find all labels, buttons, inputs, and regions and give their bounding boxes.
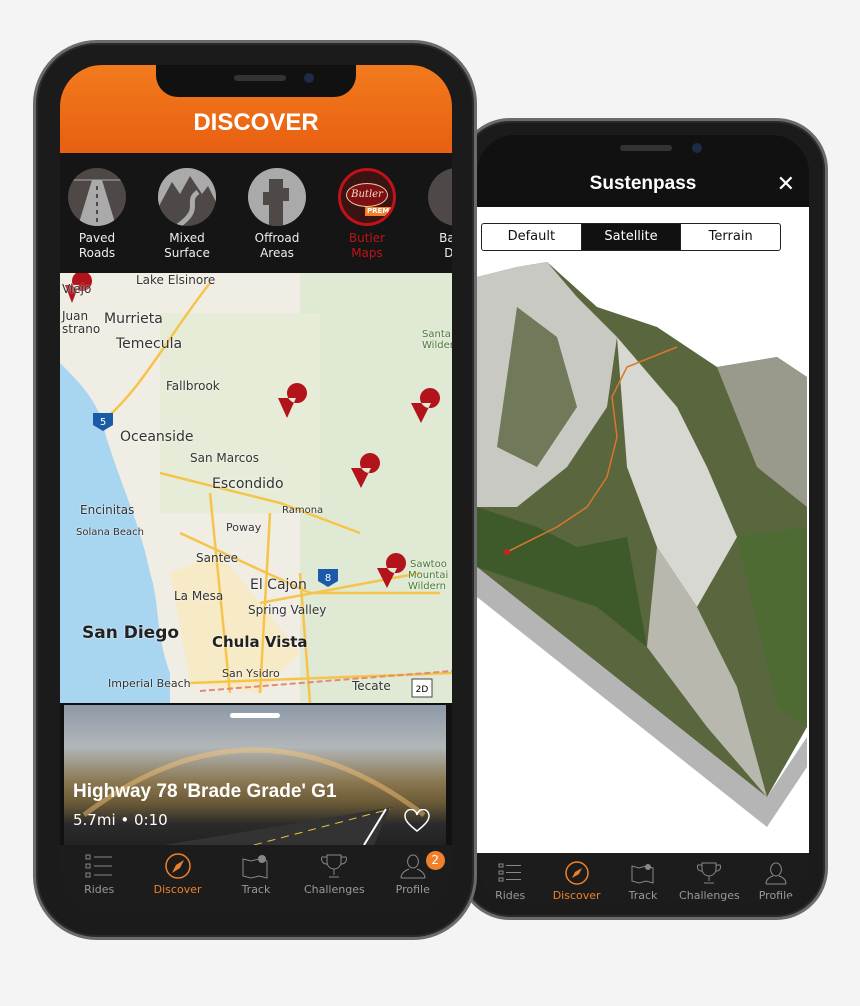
map-label: Chula Vista <box>212 633 308 651</box>
ride-card[interactable]: Highway 78 'Brade Grade' G1 5.7mi • 0:10 <box>64 705 446 845</box>
backcountry-icon <box>428 168 452 226</box>
tab-profile[interactable]: Profile 2 <box>377 845 449 915</box>
map-label: Wildern <box>408 581 446 592</box>
map-label: Ramona <box>282 505 324 516</box>
map-label: Imperial Beach <box>108 677 191 690</box>
tab-bar: Rides Discover Track Challenges Profile <box>477 853 809 903</box>
map-pin-icon <box>631 864 654 884</box>
compass-icon <box>564 861 589 885</box>
cactus-icon <box>248 168 306 226</box>
map-label: Mountai <box>408 570 449 581</box>
notch <box>548 135 738 169</box>
map-label: Santee <box>196 551 239 565</box>
category-mixed-surface[interactable]: Mixed Surface <box>158 168 216 273</box>
shield-8: 8 <box>325 573 331 584</box>
butler-logo: ButlerPREMIUM <box>338 168 396 226</box>
tab-rides[interactable]: Rides <box>63 845 135 915</box>
page-title: Sustenpass <box>589 173 697 194</box>
category-carousel[interactable]: Paved Roads Mixed Surface Offroad Areas But… <box>60 153 452 273</box>
category-butler-maps[interactable]: ButlerPREMIUMButlerMaps <box>338 168 396 273</box>
category-offroad-areas[interactable]: Offroad Areas <box>248 168 306 273</box>
tab-track[interactable]: Track <box>220 845 292 915</box>
list-icon <box>85 854 113 878</box>
close-icon[interactable]: ✕ <box>777 174 795 196</box>
notch <box>156 65 356 97</box>
tab-challenges[interactable]: Challenges <box>676 853 742 903</box>
paved-road-icon <box>68 168 126 226</box>
left-screen: DISCOVER Paved Roads Mixed Surface Offroad… <box>60 65 452 915</box>
shield-5: 5 <box>100 417 106 428</box>
map-label: San Marcos <box>190 451 259 465</box>
shield-2d: 2D <box>416 685 429 695</box>
ride-title: Highway 78 'Brade Grade' G1 <box>73 781 337 802</box>
terrain-view[interactable]: Default Satellite Terrain <box>477 207 809 853</box>
tab-bar: Rides Discover Track Challenges Profile 2 <box>60 845 452 915</box>
page-title: DISCOVER <box>193 109 319 136</box>
map-label: Poway <box>226 521 262 534</box>
map-label: San Ysidro <box>222 667 280 680</box>
map-pin-icon <box>242 855 268 879</box>
left-phone: DISCOVER Paved Roads Mixed Surface Offroad… <box>33 40 477 940</box>
mountain-road-icon <box>158 168 216 226</box>
map-label: Juan <box>62 309 89 323</box>
map-label: Solana Beach <box>76 527 144 538</box>
list-icon <box>498 863 522 882</box>
user-icon <box>765 862 787 885</box>
trophy-icon <box>321 854 348 878</box>
tab-discover[interactable]: Discover <box>142 845 214 915</box>
heart-icon[interactable] <box>404 809 430 833</box>
map-label: Viejo <box>62 282 92 296</box>
right-screen: Sustenpass ✕ Default Satellite Terrain R… <box>477 135 809 903</box>
3d-terrain-model[interactable] <box>477 207 809 853</box>
trophy-icon <box>697 862 722 884</box>
map-label: Santa <box>422 329 451 340</box>
map-label: Fallbrook <box>166 379 220 393</box>
map-label: Lake Elsinore <box>136 273 216 287</box>
tab-track[interactable]: Track <box>610 853 676 903</box>
right-phone: Sustenpass ✕ Default Satellite Terrain R… <box>458 118 828 920</box>
notification-badge: 2 <box>425 851 445 870</box>
map-label: Sawtoo <box>410 559 447 570</box>
tab-profile[interactable]: Profile <box>743 853 809 903</box>
map-label: Spring Valley <box>248 603 327 617</box>
map-label: El Cajon <box>250 577 307 593</box>
map-label: Wilder <box>422 340 452 351</box>
map-label: Escondido <box>212 476 284 492</box>
map-label: San Diego <box>82 623 180 643</box>
map-label: Murrieta <box>104 311 163 327</box>
map-view[interactable]: 5 8 2D Lake Elsinore Viejo Juan strano M… <box>60 273 452 703</box>
category-backcountry[interactable]: BackcDisc <box>428 168 452 273</box>
map-label: Encinitas <box>80 503 135 517</box>
map-label: strano <box>62 322 101 336</box>
ride-stats: 5.7mi • 0:10 <box>73 811 168 829</box>
user-icon <box>400 854 426 879</box>
map-label: La Mesa <box>174 589 224 603</box>
premium-badge: PREMIUM <box>365 207 393 216</box>
map-label: Oceanside <box>120 429 194 445</box>
compass-icon <box>164 853 191 879</box>
butler-logo-text: Butler <box>346 183 388 207</box>
map-label: Temecula <box>116 336 183 352</box>
category-paved-roads[interactable]: Paved Roads <box>68 168 126 273</box>
tab-rides[interactable]: Rides <box>477 853 543 903</box>
map-label: Tecate <box>352 679 391 693</box>
tab-discover[interactable]: Discover <box>543 853 609 903</box>
tab-challenges[interactable]: Challenges <box>298 845 370 915</box>
drag-handle[interactable] <box>230 713 280 718</box>
